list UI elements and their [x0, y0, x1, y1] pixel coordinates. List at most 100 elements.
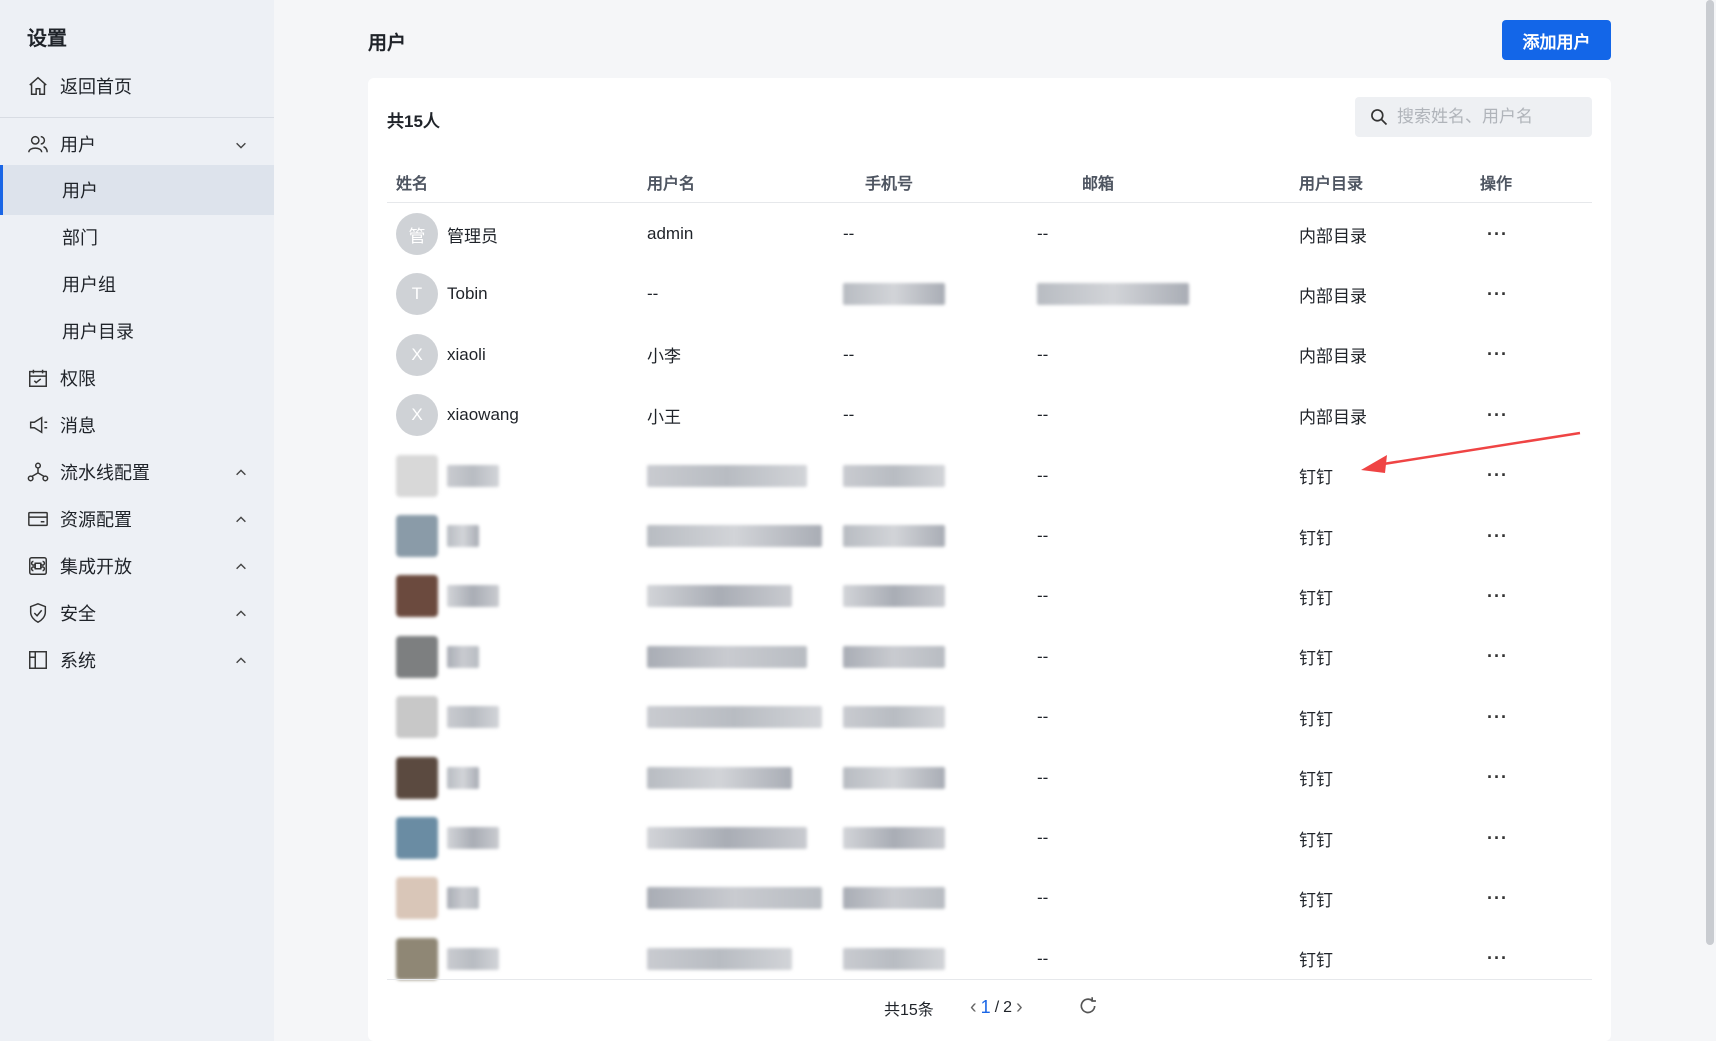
redacted-text	[447, 464, 499, 487]
more-actions-button[interactable]: ···	[1487, 767, 1508, 788]
nav-integration-label: 集成开放	[60, 557, 132, 577]
table-row: -- 钉钉 ···	[387, 627, 1592, 687]
page-title: 用户	[368, 33, 407, 54]
directory-text: 钉钉	[1299, 649, 1333, 669]
card-icon	[26, 507, 50, 531]
add-user-button[interactable]: 添加用户	[1502, 20, 1611, 60]
search-box[interactable]	[1355, 97, 1592, 137]
column-header: 用户目录	[1299, 176, 1364, 193]
chevron-right-icon[interactable]: ›	[1016, 996, 1023, 1019]
redacted-text	[447, 645, 479, 668]
username-text: 小王	[647, 407, 681, 427]
phone-text: --	[843, 224, 855, 243]
table-row: -- 钉钉 ···	[387, 748, 1592, 808]
more-actions-button[interactable]: ···	[1487, 224, 1508, 245]
nav-messages-label: 消息	[60, 416, 96, 436]
cell-name	[396, 748, 479, 808]
directory-text: 钉钉	[1299, 770, 1333, 790]
cell-phone	[843, 506, 945, 566]
nav-permissions[interactable]: 权限	[0, 353, 274, 403]
sub-item-label: 用户组	[62, 275, 116, 295]
cell-actions: ···	[1487, 627, 1508, 687]
nav-resource-config[interactable]: 资源配置	[0, 494, 274, 544]
directory-text: 内部目录	[1299, 226, 1367, 246]
sub-item-user-groups[interactable]: 用户组	[0, 259, 274, 309]
nav-home[interactable]: 返回首页	[0, 61, 274, 111]
name-text: xiaoli	[447, 344, 486, 364]
email-text: --	[1037, 888, 1049, 908]
cell-directory: 钉钉	[1299, 748, 1333, 808]
table-row: -- 钉钉 ···	[387, 506, 1592, 566]
redacted-text	[447, 585, 499, 608]
cell-username: admin	[647, 204, 693, 264]
cell-name	[396, 566, 499, 626]
cell-email: --	[1037, 687, 1048, 747]
cell-phone: --	[843, 204, 854, 264]
redacted-text	[1037, 283, 1189, 306]
sub-item-departments[interactable]: 部门	[0, 212, 274, 262]
username-text: --	[647, 284, 659, 304]
table-row: Xxiaoli 小李 -- -- 内部目录 ···	[387, 325, 1592, 385]
chevron-up-icon	[234, 605, 250, 621]
pagination-total: 共15条	[884, 1002, 934, 1019]
search-input[interactable]	[1395, 106, 1589, 128]
refresh-icon[interactable]	[1078, 996, 1098, 1016]
redacted-text	[647, 706, 822, 729]
email-text: --	[1037, 526, 1049, 545]
phone-text: --	[843, 344, 855, 364]
chevron-left-icon[interactable]: ‹	[970, 996, 977, 1019]
nav-messages[interactable]: 消息	[0, 400, 274, 450]
email-text: --	[1037, 344, 1049, 364]
cell-username: 小李	[647, 325, 681, 385]
cell-email: --	[1037, 808, 1048, 868]
directory-text: 钉钉	[1299, 890, 1333, 910]
more-actions-button[interactable]: ···	[1487, 948, 1508, 969]
sub-item-users[interactable]: 用户	[0, 165, 274, 215]
directory-text: 内部目录	[1299, 286, 1367, 306]
sub-item-label: 部门	[62, 228, 98, 248]
sub-item-label: 用户	[62, 181, 98, 201]
more-actions-button[interactable]: ···	[1487, 405, 1508, 426]
cell-name	[396, 808, 499, 868]
nav-users-group[interactable]: 用户	[0, 119, 274, 169]
more-actions-button[interactable]: ···	[1487, 646, 1508, 667]
avatar: X	[396, 394, 438, 437]
redacted-text	[843, 947, 945, 970]
nav-security[interactable]: 安全	[0, 588, 274, 638]
table-row: -- 钉钉 ···	[387, 566, 1592, 626]
users-icon	[26, 132, 50, 156]
chevron-down-icon	[234, 136, 250, 152]
cell-phone	[843, 748, 945, 808]
current-page[interactable]: 1	[981, 997, 991, 1018]
avatar	[396, 817, 438, 859]
scrollbar[interactable]	[1706, 0, 1714, 945]
more-actions-button[interactable]: ···	[1487, 284, 1508, 305]
nav-integration[interactable]: 集成开放	[0, 541, 274, 591]
redacted-text	[647, 887, 822, 910]
cell-actions: ···	[1487, 264, 1508, 324]
calendar-check-icon	[26, 366, 50, 390]
phone-text: --	[843, 405, 855, 425]
annotation-arrow	[1361, 431, 1581, 473]
email-text: --	[1037, 586, 1049, 606]
more-actions-button[interactable]: ···	[1487, 888, 1508, 909]
more-actions-button[interactable]: ···	[1487, 344, 1508, 365]
cell-directory: 钉钉	[1299, 506, 1333, 566]
more-actions-button[interactable]: ···	[1487, 828, 1508, 849]
more-actions-button[interactable]: ···	[1487, 707, 1508, 728]
cell-directory: 钉钉	[1299, 808, 1333, 868]
cell-phone	[843, 566, 945, 626]
nav-pipeline-config[interactable]: 流水线配置	[0, 447, 274, 497]
sub-item-label: 用户目录	[62, 322, 134, 342]
more-actions-button[interactable]: ···	[1487, 526, 1508, 547]
sub-item-user-directory[interactable]: 用户目录	[0, 306, 274, 356]
nav-system[interactable]: 系统	[0, 635, 274, 685]
directory-text: 钉钉	[1299, 709, 1333, 729]
table-row: 管管理员 admin -- -- 内部目录 ···	[387, 204, 1592, 264]
cell-actions: ···	[1487, 566, 1508, 626]
cell-directory: 钉钉	[1299, 446, 1333, 506]
cell-name: Xxiaowang	[396, 385, 519, 445]
name-text: 管理员	[447, 226, 498, 246]
more-actions-button[interactable]: ···	[1487, 586, 1508, 607]
table-header: 姓名 用户名 手机号 邮箱 用户目录 操作	[387, 160, 1592, 203]
